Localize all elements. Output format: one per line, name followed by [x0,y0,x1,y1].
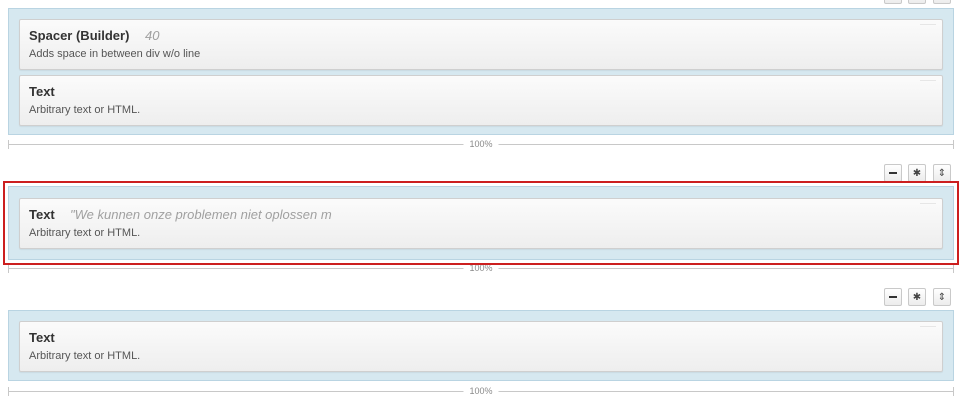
module-text[interactable]: Text Arbitrary text or HTML. [19,321,943,372]
builder-row-3[interactable]: Text Arbitrary text or HTML. [8,310,954,381]
width-tick-right [953,387,954,396]
minus-icon [889,172,897,174]
collapse-row-button[interactable] [884,0,902,4]
up-down-arrows-icon: ⇕ [937,291,947,303]
move-row-button[interactable]: ⇕ [933,164,951,182]
gear-icon: ✱ [912,291,922,303]
minus-icon [889,296,897,298]
module-title: Spacer (Builder) [29,28,130,43]
up-down-arrows-icon: ⇕ [938,0,946,1]
gear-icon: ✱ [912,167,922,179]
width-label: 100% [463,386,499,396]
width-tick-right [953,140,954,149]
module-handle[interactable] [920,326,936,327]
width-label: 100% [463,139,499,149]
module-description: Arbitrary text or HTML. [29,350,141,362]
row-settings-button[interactable]: ✱ [908,0,926,4]
move-row-button[interactable]: ⇕ [933,0,951,4]
module-text[interactable]: Text "We kunnen onze problemen niet oplo… [19,198,943,249]
row-settings-button[interactable]: ✱ [908,288,926,306]
width-tick-left [8,387,9,396]
width-tick-left [8,264,9,273]
builder-row-1[interactable]: Spacer (Builder) 40 Adds space in betwee… [8,8,954,135]
width-tick-right [953,264,954,273]
row-1-width-indicator: 100% [8,139,954,149]
module-description: Arbitrary text or HTML. [29,104,141,116]
gear-icon: ✱ [913,0,921,1]
module-handle[interactable] [920,203,936,204]
module-text[interactable]: Text Arbitrary text or HTML. [19,75,943,126]
module-title: Text [29,84,55,99]
module-description: Arbitrary text or HTML. [29,227,141,239]
row-settings-button[interactable]: ✱ [908,164,926,182]
row-2-width-indicator: 100% [8,263,954,273]
width-tick-left [8,140,9,149]
collapse-row-button[interactable] [884,288,902,306]
module-spacer-builder[interactable]: Spacer (Builder) 40 Adds space in betwee… [19,19,943,70]
width-label: 100% [463,263,499,273]
module-title: Text [29,207,55,222]
row-3-width-indicator: 100% [8,386,954,396]
module-preview: "We kunnen onze problemen niet oplossen … [70,207,332,222]
builder-row-2[interactable]: Text "We kunnen onze problemen niet oplo… [8,186,954,260]
move-row-button[interactable]: ⇕ [933,288,951,306]
module-handle[interactable] [920,24,936,25]
module-handle[interactable] [920,80,936,81]
module-title: Text [29,330,55,345]
up-down-arrows-icon: ⇕ [937,167,947,179]
module-description: Adds space in between div w/o line [29,48,201,60]
collapse-row-button[interactable] [884,164,902,182]
module-preview: 40 [145,28,160,43]
